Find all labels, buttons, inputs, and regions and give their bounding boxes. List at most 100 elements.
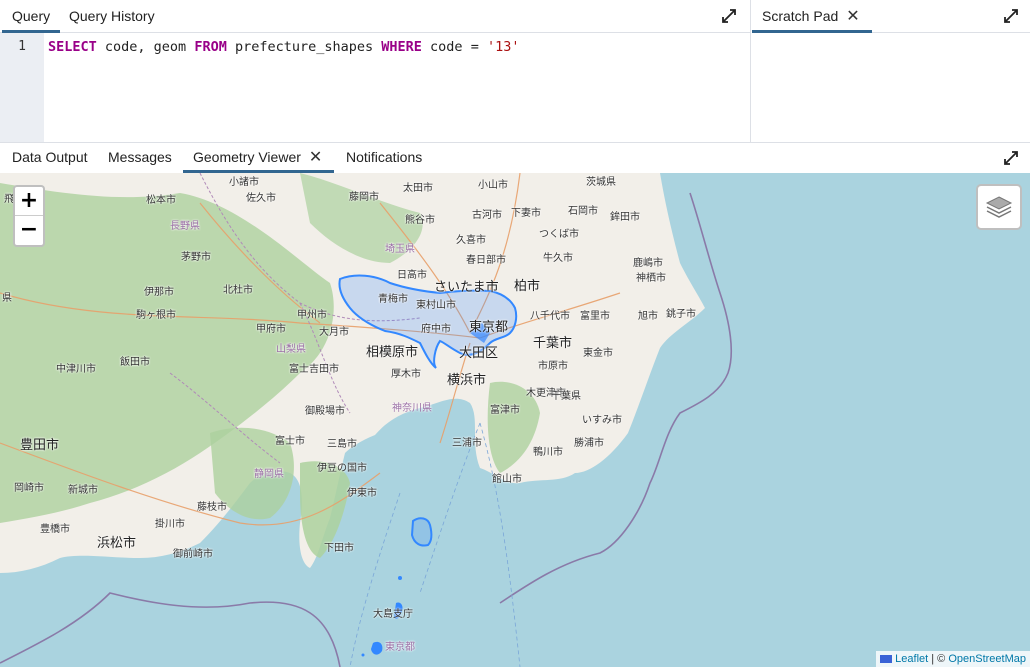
map-label: 下妻市 (511, 208, 541, 219)
map-label: つくば市 (539, 229, 579, 240)
map-label: 長野県 (170, 221, 200, 232)
maximize-icon[interactable] (1003, 150, 1019, 166)
map-label: 駒ヶ根市 (136, 310, 176, 321)
sql-keyword-select: SELECT (48, 39, 97, 55)
map-label: 八千代市 (530, 311, 570, 322)
sql-keyword-from: FROM (194, 39, 227, 55)
tab-query-label: Query (12, 8, 51, 24)
map-label: 銚子市 (666, 309, 696, 320)
map-label: 御前崎市 (173, 549, 213, 560)
map-label: 神奈川県 (392, 403, 432, 414)
map-label: 静岡県 (254, 469, 284, 480)
map-label: 山梨県 (276, 344, 306, 355)
map-label: 伊東市 (347, 488, 377, 499)
close-icon[interactable]: ✕ (846, 1, 859, 33)
map-label: 下田市 (324, 543, 354, 554)
map-label: 東京都 (385, 642, 415, 653)
sql-text-1: code, geom (96, 39, 195, 55)
leaflet-link[interactable]: Leaflet (895, 653, 928, 665)
map-label: 御殿場市 (305, 406, 345, 417)
tab-data-output[interactable]: Data Output (2, 143, 98, 173)
geometry-map[interactable]: 小諸市 佐久市 藤岡市 太田市 小山市 茨城県 松本市 熊谷市 古河市 下妻市 石岡市 鉾田市 長野県埼… (0, 173, 1030, 667)
zoom-control: + − (13, 185, 45, 247)
map-label: 掛川市 (155, 519, 185, 530)
attribution-separator: | © (928, 653, 949, 665)
query-panel: Query Query History 1 SELECT code, geom … (0, 0, 751, 142)
map-label: 勝浦市 (574, 438, 604, 449)
map-label: 浜松市 (97, 535, 137, 550)
maximize-icon[interactable] (721, 8, 737, 24)
scratch-panel: Scratch Pad ✕ (752, 0, 1030, 142)
map-label: 柏市 (514, 278, 541, 293)
map-label: 埼玉県 (385, 244, 415, 255)
map-label: 富里市 (580, 311, 610, 322)
map-label: 甲州市 (297, 310, 327, 321)
zoom-in-button[interactable]: + (15, 187, 43, 216)
tab-query[interactable]: Query (2, 0, 61, 33)
map-label: 厚木市 (391, 369, 421, 380)
map-label: 豊田市 (20, 437, 60, 452)
maximize-icon[interactable] (1003, 8, 1019, 24)
map-label: 青梅市 (378, 294, 408, 305)
close-icon[interactable]: ✕ (309, 143, 322, 172)
tab-scratch-pad[interactable]: Scratch Pad ✕ (752, 0, 872, 33)
map-label: 東京都 (469, 319, 509, 334)
tab-geometry-viewer[interactable]: Geometry Viewer ✕ (183, 143, 335, 173)
tab-notifications-label: Notifications (346, 149, 423, 165)
map-label: 相模原市 (366, 344, 419, 359)
scratch-editor[interactable] (752, 33, 1030, 142)
tab-query-history[interactable]: Query History (59, 0, 165, 33)
layers-icon (985, 196, 1013, 218)
map-label: 大島支庁 (373, 609, 413, 620)
izu-island-3 (371, 641, 383, 655)
map-label: 府中市 (421, 324, 451, 335)
izu-island-5 (361, 653, 365, 657)
map-label: 東金市 (583, 348, 613, 359)
line-gutter: 1 (0, 33, 44, 142)
map-label: 春日部市 (466, 255, 506, 266)
map-label: 佐久市 (246, 193, 276, 204)
sql-string-literal: '13' (486, 39, 520, 55)
layers-button[interactable] (976, 184, 1022, 230)
tab-scratch-pad-label: Scratch Pad (762, 8, 839, 24)
results-tabbar: Data Output Messages Geometry Viewer ✕ No… (0, 142, 1030, 173)
map-label: 神栖市 (636, 273, 666, 284)
map-label: 三浦市 (452, 438, 482, 449)
map-label: 伊那市 (144, 287, 174, 298)
map-label: 富津市 (490, 405, 520, 416)
map-label: 古河市 (472, 210, 502, 221)
map-label: 中津川市 (56, 364, 96, 375)
scratch-tabbar: Scratch Pad ✕ (752, 0, 1030, 33)
map-label: 富士市 (275, 436, 305, 447)
map-label: 飯田市 (120, 357, 150, 368)
map-label: 岡崎市 (14, 483, 44, 494)
query-tabbar: Query Query History (0, 0, 750, 33)
map-label: 日高市 (397, 270, 427, 281)
line-number: 1 (18, 39, 26, 54)
map-label: 市原市 (538, 361, 568, 372)
map-label: 鴨川市 (533, 447, 563, 458)
osm-link[interactable]: OpenStreetMap (948, 653, 1026, 665)
zoom-out-button[interactable]: − (15, 216, 43, 245)
tab-notifications[interactable]: Notifications (336, 143, 432, 173)
map-label: 県 (2, 293, 12, 304)
map-label: 茨城県 (586, 177, 616, 188)
sql-line[interactable]: SELECT code, geom FROM prefecture_shapes… (48, 39, 519, 55)
sql-keyword-where: WHERE (381, 39, 422, 55)
map-label: 甲府市 (256, 324, 286, 335)
tab-messages-label: Messages (108, 149, 172, 165)
map-label: 太田市 (403, 183, 433, 194)
ukraine-flag-icon (880, 655, 893, 664)
map-label: さいたま市 (434, 279, 499, 294)
map-label: 大田区 (459, 345, 499, 360)
tab-data-output-label: Data Output (12, 149, 88, 165)
tab-messages[interactable]: Messages (98, 143, 182, 173)
map-tiles (0, 173, 733, 667)
map-label: 小山市 (478, 180, 508, 191)
map-label: 鹿嶋市 (633, 258, 663, 269)
sql-editor[interactable]: 1 SELECT code, geom FROM prefecture_shap… (0, 33, 750, 142)
map-label: 牛久市 (543, 253, 573, 264)
sql-text-3: code = (421, 39, 487, 55)
map-label: 千葉県 (551, 391, 581, 402)
map-label: 藤枝市 (197, 502, 227, 513)
